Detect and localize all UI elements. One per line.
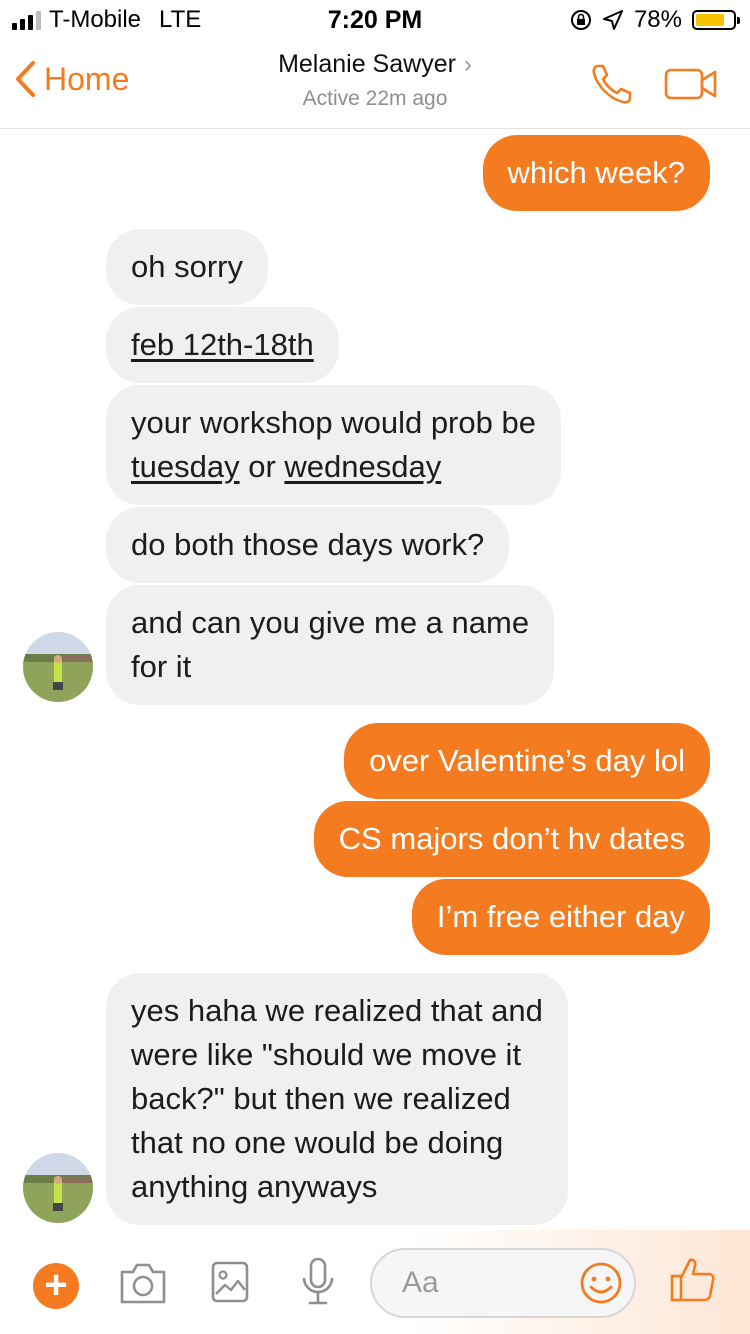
plus-icon[interactable]: +	[33, 1263, 79, 1309]
avatar-photo	[23, 632, 93, 702]
message-text: over Valentine’s day lol	[369, 743, 685, 778]
message-input-placeholder: Aa	[402, 1266, 439, 1299]
contact-name: Melanie Sawyer	[278, 50, 456, 78]
message-line: for it	[131, 649, 192, 684]
message-text: do both those days work?	[131, 527, 485, 562]
message-text: which week?	[507, 155, 685, 190]
battery-icon	[692, 10, 740, 30]
smiley-icon[interactable]	[578, 1260, 624, 1306]
message-bubble-sent[interactable]: CS majors don’t hv dates	[313, 801, 710, 877]
conversation-header: Home Melanie Sawyer › Active 22m ago	[0, 40, 750, 129]
battery-level-fill	[696, 14, 725, 26]
day-link-tuesday[interactable]: tuesday	[131, 449, 240, 484]
location-arrow-icon	[602, 10, 623, 30]
message-line: your workshop would prob be	[131, 405, 536, 440]
message-line: tuesday or wednesday	[131, 445, 536, 489]
date-link[interactable]: feb 12th-18th	[131, 327, 314, 362]
message-line: anything anyways	[131, 1169, 378, 1204]
video-camera-icon[interactable]	[664, 67, 718, 101]
message-bubble-sent[interactable]: I’m free either day	[411, 879, 710, 955]
message-bubble-received[interactable]: yes haha we realized that and were like …	[106, 973, 568, 1225]
message-text: or	[248, 449, 276, 484]
message-bubble-received[interactable]: feb 12th-18th	[106, 307, 339, 383]
message-bubble-received[interactable]: do both those days work?	[106, 507, 510, 583]
message-bubble-received[interactable]: your workshop would prob be tuesday or w…	[106, 385, 561, 505]
composer-bar: + Aa	[0, 1230, 750, 1334]
message-line: and can you give me a name	[131, 605, 530, 640]
chevron-right-icon: ›	[463, 51, 472, 78]
status-right: 78%	[570, 6, 740, 34]
call-actions	[590, 62, 718, 106]
message-text: I’m free either day	[436, 899, 685, 934]
battery-percent: 78%	[633, 6, 682, 33]
message-line: that no one would be doing	[131, 1125, 504, 1160]
avatar[interactable]	[23, 632, 93, 702]
message-line: yes haha we realized that and	[131, 993, 543, 1028]
thumbs-up-icon[interactable]	[668, 1254, 718, 1304]
message-bubble-sent[interactable]: which week?	[482, 135, 710, 211]
status-bar: T-Mobile LTE 7:20 PM 78%	[0, 0, 750, 40]
message-text: oh sorry	[131, 249, 243, 284]
orientation-lock-icon	[570, 10, 591, 30]
microphone-icon[interactable]	[300, 1256, 336, 1308]
day-link-wednesday[interactable]: wednesday	[284, 449, 441, 484]
message-text: CS majors don’t hv dates	[338, 821, 685, 856]
avatar-photo	[23, 1153, 93, 1223]
phone-icon[interactable]	[590, 62, 634, 106]
avatar[interactable]	[23, 1153, 93, 1223]
image-icon[interactable]	[210, 1260, 250, 1304]
message-bubble-received[interactable]: and can you give me a name for it	[106, 585, 555, 705]
message-line: back?" but then we realized	[131, 1081, 511, 1116]
message-input[interactable]: Aa	[370, 1248, 636, 1318]
message-bubble-received[interactable]: oh sorry	[106, 229, 268, 305]
message-bubble-sent[interactable]: over Valentine’s day lol	[344, 723, 710, 799]
camera-icon[interactable]	[118, 1260, 168, 1306]
message-line: were like "should we move it	[131, 1037, 522, 1072]
